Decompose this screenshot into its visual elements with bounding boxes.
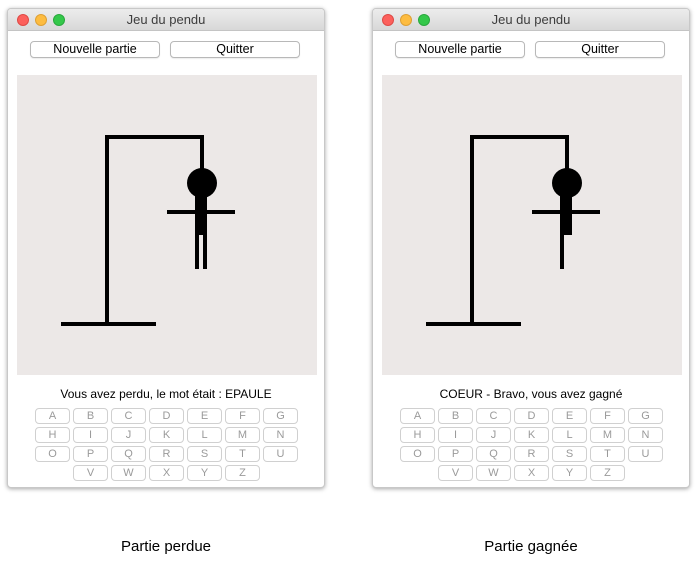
letter-key-e[interactable]: E (187, 408, 222, 424)
gallows-beam (470, 135, 568, 139)
hangman-window-lost: Jeu du pendu Nouvelle partie Quitter Vou… (7, 8, 325, 488)
letter-key-t[interactable]: T (590, 446, 625, 462)
hangman-arms (167, 210, 235, 214)
letter-key-f[interactable]: F (590, 408, 625, 424)
letter-key-u[interactable]: U (628, 446, 663, 462)
window-title: Jeu du pendu (491, 12, 571, 27)
letter-key-w[interactable]: W (476, 465, 511, 481)
gallows-post (105, 135, 109, 323)
gallows-beam (105, 135, 203, 139)
letter-key-l[interactable]: L (187, 427, 222, 443)
letter-key-r[interactable]: R (149, 446, 184, 462)
letter-key-q[interactable]: Q (476, 446, 511, 462)
letter-key-s[interactable]: S (187, 446, 222, 462)
title-bar[interactable]: Jeu du pendu (8, 9, 324, 31)
letter-key-n[interactable]: N (628, 427, 663, 443)
letter-key-i[interactable]: I (438, 427, 473, 443)
letter-key-b[interactable]: B (73, 408, 108, 424)
hangman-drawing (426, 135, 600, 326)
new-game-button[interactable]: Nouvelle partie (395, 41, 525, 58)
hangman-drawing (61, 135, 235, 326)
gallows-rope (565, 135, 569, 173)
hangman-body (560, 195, 572, 235)
letter-key-o[interactable]: O (400, 446, 435, 462)
letter-key-l[interactable]: L (552, 427, 587, 443)
letter-key-n[interactable]: N (263, 427, 298, 443)
hangman-head (552, 168, 582, 198)
hangman-drawing-area (17, 75, 317, 375)
hangman-left-leg (195, 233, 199, 269)
caption-won-game: Partie gagnée (484, 538, 578, 555)
letter-key-g[interactable]: G (263, 408, 298, 424)
letter-key-i[interactable]: I (73, 427, 108, 443)
letter-key-u[interactable]: U (263, 446, 298, 462)
letter-key-s[interactable]: S (552, 446, 587, 462)
letter-keyboard: A B C D E F G H I J K L M N O P Q R S T … (400, 408, 665, 487)
hangman-head (187, 168, 217, 198)
letter-key-d[interactable]: D (514, 408, 549, 424)
letter-key-t[interactable]: T (225, 446, 260, 462)
gallows-post (470, 135, 474, 323)
letter-key-a[interactable]: A (400, 408, 435, 424)
letter-key-e[interactable]: E (552, 408, 587, 424)
letter-key-p[interactable]: P (73, 446, 108, 462)
quit-button[interactable]: Quitter (535, 41, 665, 58)
letter-key-p[interactable]: P (438, 446, 473, 462)
letter-key-h[interactable]: H (35, 427, 70, 443)
hangman-window-won: Jeu du pendu Nouvelle partie Quitter COE… (372, 8, 690, 488)
hangman-left-leg (560, 233, 564, 269)
quit-button[interactable]: Quitter (170, 41, 300, 58)
letter-key-w[interactable]: W (111, 465, 146, 481)
letter-key-m[interactable]: M (590, 427, 625, 443)
window-title: Jeu du pendu (126, 12, 206, 27)
new-game-button[interactable]: Nouvelle partie (30, 41, 160, 58)
caption-lost-game: Partie perdue (120, 538, 212, 555)
hangman-right-leg (203, 233, 207, 269)
letter-key-z[interactable]: Z (590, 465, 625, 481)
gallows-rope (200, 135, 204, 173)
game-status-message: COEUR - Bravo, vous avez gagné (439, 387, 623, 401)
hangman-body (195, 195, 207, 235)
letter-key-y[interactable]: Y (552, 465, 587, 481)
letter-key-y[interactable]: Y (187, 465, 222, 481)
letter-key-z[interactable]: Z (225, 465, 260, 481)
hangman-drawing-area (382, 75, 682, 375)
letter-key-o[interactable]: O (35, 446, 70, 462)
letter-key-f[interactable]: F (225, 408, 260, 424)
letter-key-q[interactable]: Q (111, 446, 146, 462)
letter-key-c[interactable]: C (476, 408, 511, 424)
letter-key-m[interactable]: M (225, 427, 260, 443)
letter-key-v[interactable]: V (438, 465, 473, 481)
letter-key-k[interactable]: K (514, 427, 549, 443)
letter-key-r[interactable]: R (514, 446, 549, 462)
game-status-message: Vous avez perdu, le mot était : EPAULE (60, 387, 272, 401)
letter-key-b[interactable]: B (438, 408, 473, 424)
letter-key-j[interactable]: J (111, 427, 146, 443)
letter-key-v[interactable]: V (73, 465, 108, 481)
letter-key-j[interactable]: J (476, 427, 511, 443)
letter-key-k[interactable]: K (149, 427, 184, 443)
title-bar[interactable]: Jeu du pendu (373, 9, 689, 31)
hangman-arms (532, 210, 600, 214)
letter-key-a[interactable]: A (35, 408, 70, 424)
letter-key-g[interactable]: G (628, 408, 663, 424)
letter-key-d[interactable]: D (149, 408, 184, 424)
letter-key-x[interactable]: X (514, 465, 549, 481)
letter-keyboard: A B C D E F G H I J K L M N O P Q R S T … (35, 408, 300, 487)
letter-key-h[interactable]: H (400, 427, 435, 443)
letter-key-c[interactable]: C (111, 408, 146, 424)
letter-key-x[interactable]: X (149, 465, 184, 481)
